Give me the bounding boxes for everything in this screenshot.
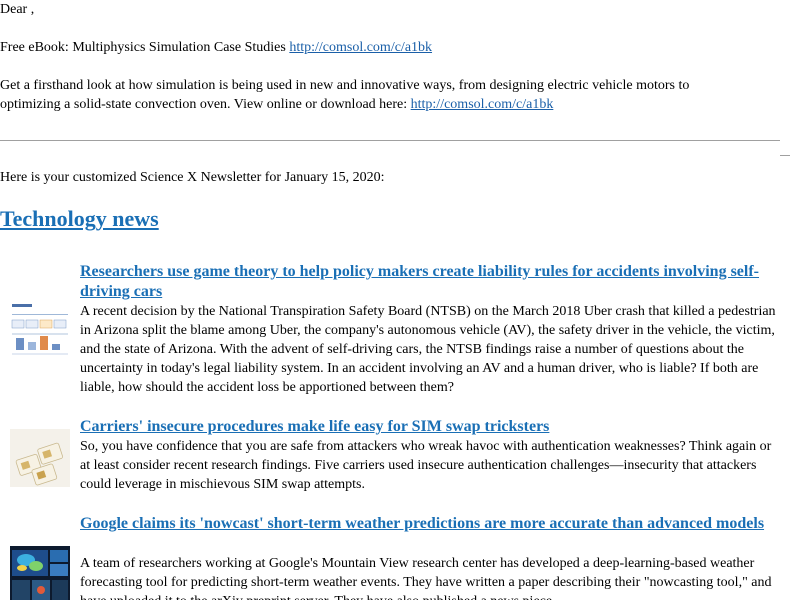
ad-line-3: optimizing a solid-state convection oven… — [0, 95, 553, 114]
ad-line-2: Get a firsthand look at how simulation i… — [0, 78, 690, 93]
greeting: Dear , — [0, 2, 35, 17]
ad-line-1-text: Free eBook: Multiphysics Simulation Case… — [0, 40, 290, 55]
article-title[interactable]: Google claims its 'nowcast' short-term w… — [80, 514, 780, 534]
ad-line-3-text: optimizing a solid-state convection oven… — [0, 97, 411, 112]
ad-link-2[interactable]: http://comsol.com/c/a1bk — [411, 97, 554, 112]
game-theory-diagram-thumbnail[interactable] — [10, 302, 70, 360]
divider-tick — [780, 155, 790, 156]
section-title-technology-news[interactable]: Technology news — [0, 204, 159, 234]
article-title[interactable]: Carriers' insecure procedures make life … — [80, 417, 780, 437]
article-title[interactable]: Researchers use game theory to help poli… — [80, 262, 780, 302]
article-summary: So, you have confidence that you are saf… — [80, 439, 772, 492]
ad-link-1[interactable]: http://comsol.com/c/a1bk — [289, 40, 432, 55]
article-summary: A team of researchers working at Google'… — [80, 556, 772, 600]
newsletter-intro: Here is your customized Science X Newsle… — [0, 170, 385, 185]
weather-screens-thumbnail[interactable] — [10, 546, 70, 600]
sim-cards-thumbnail[interactable] — [10, 429, 70, 487]
article-summary: A recent decision by the National Transp… — [80, 304, 776, 395]
ad-line-1: Free eBook: Multiphysics Simulation Case… — [0, 38, 432, 57]
divider — [0, 140, 780, 141]
